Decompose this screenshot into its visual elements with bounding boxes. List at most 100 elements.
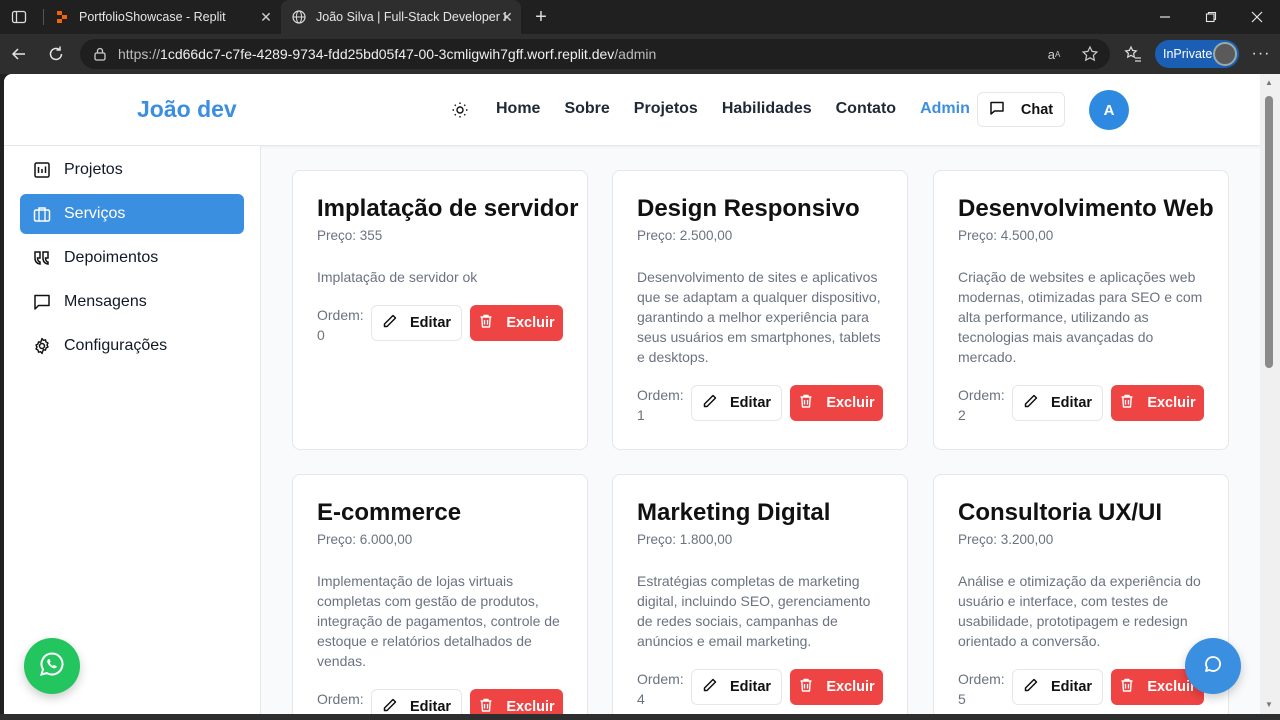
services-grid: Implatação de servidor Preço: 355 Implat… <box>261 146 1260 714</box>
service-title: E-commerce <box>317 499 462 526</box>
minimize-icon[interactable] <box>1154 6 1176 28</box>
sidebar-item-configuracoes[interactable]: Configurações <box>20 326 244 366</box>
delete-button[interactable]: Excluir <box>470 305 563 341</box>
edit-label: Editar <box>729 395 772 411</box>
nav-sobre[interactable]: Sobre <box>564 100 609 118</box>
service-card: E-commerce Preço: 6.000,00 Implementação… <box>292 474 588 714</box>
delete-button[interactable]: Excluir <box>1111 385 1204 421</box>
service-card: Design Responsivo Preço: 2.500,00 Desenv… <box>612 170 908 450</box>
edit-button[interactable]: Editar <box>1012 385 1103 421</box>
card-actions: Ordem: Editar Excluir <box>317 689 563 714</box>
service-card: Marketing Digital Preço: 1.800,00 Estrat… <box>612 474 908 714</box>
favorites-icon[interactable] <box>1122 43 1144 65</box>
service-price: Preço: 4.500,00 <box>958 228 1054 243</box>
service-order: Ordem: <box>317 691 364 707</box>
main-nav: Home Sobre Projetos Habilidades Contato … <box>496 100 970 118</box>
scrollbar-thumb[interactable] <box>1265 96 1273 368</box>
edit-label: Editar <box>1050 679 1093 695</box>
close-tab-icon[interactable]: ✕ <box>258 9 274 25</box>
close-tab-icon[interactable]: ✕ <box>499 9 515 25</box>
edit-button[interactable]: Editar <box>1012 669 1103 705</box>
service-price: Preço: 355 <box>317 228 383 243</box>
admin-sidebar: Projetos Serviços Depoimentos Mensagens … <box>4 146 261 714</box>
sidebar-item-servicos[interactable]: Serviços <box>20 194 244 234</box>
service-title: Marketing Digital <box>637 499 831 526</box>
scroll-up-icon[interactable]: ▲ <box>1264 78 1274 88</box>
service-description: Estratégias completas de marketing digit… <box>637 573 871 649</box>
whatsapp-button[interactable] <box>24 638 80 694</box>
window-bottom-edge <box>0 714 1280 720</box>
delete-button[interactable]: Excluir <box>790 669 883 705</box>
chat-fab-button[interactable] <box>1185 638 1241 694</box>
delete-label: Excluir <box>506 315 555 331</box>
service-order: Ordem: 0 <box>317 307 364 343</box>
sun-icon[interactable] <box>450 100 470 120</box>
sidebar-item-label: Serviços <box>64 205 126 222</box>
site-logo[interactable]: João dev <box>137 96 237 123</box>
sidebar-item-depoimentos[interactable]: Depoimentos <box>20 238 244 278</box>
message-square-icon <box>989 100 1005 120</box>
browser-tab-replit[interactable]: PortfolioShowcase - Replit ✕ <box>44 0 280 34</box>
new-tab-button[interactable]: + <box>530 6 552 28</box>
inprivate-badge[interactable]: InPrivate <box>1155 40 1239 68</box>
edit-button[interactable]: Editar <box>691 669 782 705</box>
card-actions: Ordem: 1 Editar Excluir <box>637 385 883 425</box>
service-order: Ordem: 4 <box>637 671 684 707</box>
chat-button[interactable]: Chat <box>977 92 1065 127</box>
site-header: João dev Home Sobre Projetos Habilidades… <box>4 74 1260 146</box>
nav-home[interactable]: Home <box>496 100 540 118</box>
read-aloud-icon[interactable]: aA <box>1044 44 1064 64</box>
edit-button[interactable]: Editar <box>691 385 782 421</box>
delete-label: Excluir <box>1147 395 1196 411</box>
replit-icon <box>54 9 70 25</box>
sidebar-item-projetos[interactable]: Projetos <box>20 150 244 190</box>
pencil-icon <box>382 697 398 714</box>
more-options-icon[interactable]: ··· <box>1250 43 1272 65</box>
message-square-icon <box>32 292 52 312</box>
chart-board-icon <box>32 160 52 180</box>
service-description: Implatação de servidor ok <box>317 269 478 285</box>
delete-button[interactable]: Excluir <box>790 385 883 421</box>
card-actions: Ordem: 4 Editar Excluir <box>637 669 883 709</box>
service-title: Design Responsivo <box>637 195 860 222</box>
nav-contato[interactable]: Contato <box>836 100 896 118</box>
service-price: Preço: 6.000,00 <box>317 532 413 547</box>
close-window-icon[interactable] <box>1246 6 1268 28</box>
edit-label: Editar <box>409 315 452 331</box>
url-field[interactable]: https://1cd66dc7-c7fe-4289-9734-fdd25bd0… <box>80 39 1110 69</box>
sidebar-item-label: Depoimentos <box>64 249 159 266</box>
refresh-icon[interactable] <box>45 43 67 65</box>
pencil-icon <box>702 393 718 413</box>
back-arrow-icon[interactable] <box>8 43 30 65</box>
url-icons: aA <box>1044 44 1100 64</box>
restore-icon[interactable] <box>1200 6 1222 28</box>
card-actions: Ordem: 0 Editar Excluir <box>317 305 563 345</box>
tab-actions-icon[interactable] <box>10 8 28 26</box>
delete-button[interactable]: Excluir <box>470 689 563 714</box>
edit-button[interactable]: Editar <box>371 689 462 714</box>
whatsapp-icon <box>38 650 66 683</box>
card-actions: Ordem: 2 Editar Excluir <box>958 385 1204 425</box>
edit-label: Editar <box>729 679 772 695</box>
nav-projetos[interactable]: Projetos <box>634 100 698 118</box>
nav-habilidades[interactable]: Habilidades <box>722 100 812 118</box>
page-viewport: João dev Home Sobre Projetos Habilidades… <box>4 74 1260 714</box>
user-avatar[interactable]: A <box>1089 90 1129 130</box>
trash-icon <box>1119 393 1135 413</box>
service-order: Ordem: 1 <box>637 387 684 423</box>
service-title: Desenvolvimento Web <box>958 195 1214 222</box>
pencil-icon <box>382 313 398 333</box>
star-icon[interactable] <box>1080 44 1100 64</box>
service-order: Ordem: 5 <box>958 671 1005 707</box>
edit-button[interactable]: Editar <box>371 305 462 341</box>
service-description: Criação de websites e aplicações web mod… <box>958 269 1203 365</box>
page-scrollbar[interactable]: ▲ ▼ <box>1260 74 1280 714</box>
sidebar-item-mensagens[interactable]: Mensagens <box>20 282 244 322</box>
site-info-icon[interactable] <box>92 46 108 62</box>
nav-admin[interactable]: Admin <box>920 100 970 118</box>
delete-label: Excluir <box>826 679 875 695</box>
inprivate-label: InPrivate <box>1163 47 1213 61</box>
browser-tab-portfolio[interactable]: João Silva | Full-Stack Developer P ✕ <box>281 0 521 34</box>
scroll-down-icon[interactable]: ▼ <box>1264 700 1274 710</box>
pencil-icon <box>1023 393 1039 413</box>
